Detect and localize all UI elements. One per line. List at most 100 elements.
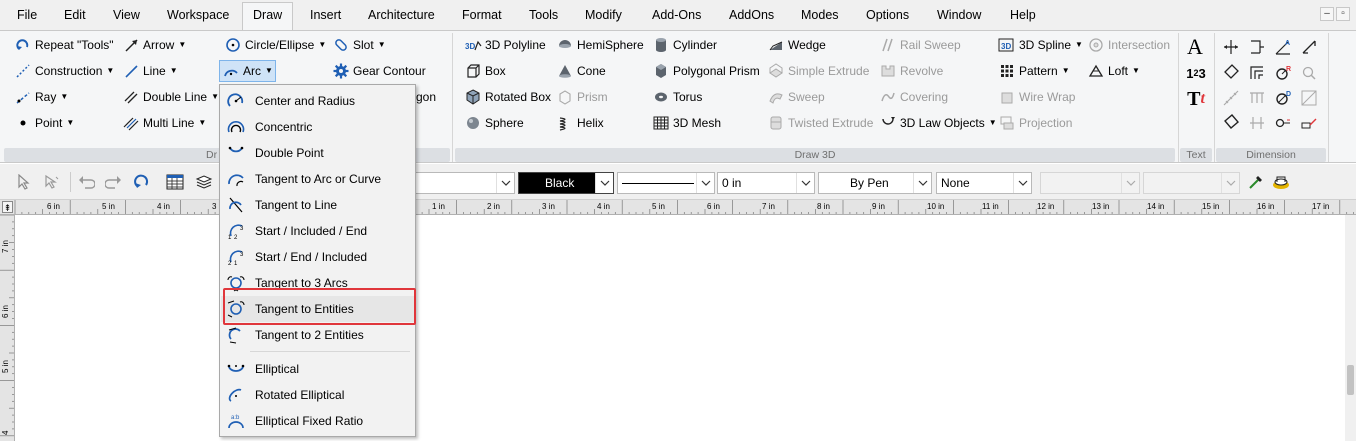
edit-pointer-icon[interactable] — [42, 172, 62, 192]
point-button[interactable]: Point ▼ — [12, 112, 76, 134]
wedge-button[interactable]: Wedge — [765, 34, 828, 56]
covering-button[interactable]: Covering — [877, 86, 950, 108]
ray-button[interactable]: Ray ▼ — [12, 86, 70, 108]
arc-menu-double-point[interactable]: Double Point — [221, 140, 414, 166]
arc-menu-center-radius[interactable]: Center and Radius — [221, 88, 414, 114]
redo-icon[interactable] — [104, 172, 124, 192]
menu-help[interactable]: Help — [1008, 4, 1038, 28]
menu-window[interactable]: Window — [935, 4, 983, 28]
fill-color-select[interactable] — [1143, 172, 1240, 194]
undo-icon[interactable] — [76, 172, 96, 192]
sweep-button[interactable]: Sweep — [765, 86, 827, 108]
polygonal-prism-button[interactable]: Polygonal Prism — [650, 60, 762, 82]
text-style-icon[interactable]: Tt — [1184, 87, 1208, 111]
dimension-tolerance-icon[interactable] — [1299, 88, 1319, 108]
dimension-angular-icon[interactable]: A — [1273, 37, 1293, 57]
fill-select[interactable]: None — [936, 172, 1032, 194]
gear-contour-button[interactable]: Gear Contour — [330, 60, 428, 82]
restore-icon[interactable]: ▫ — [1336, 7, 1350, 21]
arc-menu-start-included-end[interactable]: 123 Start / Included / End — [221, 218, 414, 244]
torus-button[interactable]: Torus — [650, 86, 704, 108]
loft-button[interactable]: Loft ▼ — [1085, 60, 1142, 82]
select-pointer-icon[interactable] — [14, 172, 34, 192]
menu-format[interactable]: Format — [460, 4, 504, 28]
circle-ellipse-button[interactable]: Circle/Ellipse ▼ — [222, 34, 328, 56]
layer-select[interactable] — [410, 172, 515, 194]
hemisphere-button[interactable]: HemiSphere — [554, 34, 646, 56]
arc-menu-tangent-3-arcs[interactable]: Tangent to 3 Arcs — [221, 270, 414, 296]
vertical-scrollbar[interactable] — [1345, 215, 1356, 441]
menu-modify[interactable]: Modify — [583, 4, 624, 28]
twisted-extrude-button[interactable]: Twisted Extrude — [765, 112, 875, 134]
menu-edit[interactable]: Edit — [62, 4, 88, 28]
menu-modes[interactable]: Modes — [799, 4, 841, 28]
dimension-horizontal-icon[interactable] — [1221, 37, 1241, 57]
arc-menu-elliptical-fixed-ratio[interactable]: a:b Elliptical Fixed Ratio — [221, 408, 414, 434]
repeat-tools-button[interactable]: Repeat "Tools" — [12, 34, 116, 56]
rail-sweep-button[interactable]: Rail Sweep — [877, 34, 963, 56]
layers-icon[interactable] — [194, 172, 214, 192]
3d-mesh-button[interactable]: 3D Mesh — [650, 112, 723, 134]
pen-select[interactable]: By Pen — [818, 172, 932, 194]
arc-button[interactable]: Arc ▼ — [219, 60, 276, 82]
dimension-baseline-icon[interactable] — [1247, 63, 1267, 83]
scrollbar-thumb[interactable] — [1347, 365, 1354, 395]
prism-button[interactable]: Prism — [554, 86, 610, 108]
cylinder-button[interactable]: Cylinder — [650, 34, 719, 56]
arrow-button[interactable]: Arrow ▼ — [120, 34, 188, 56]
box-button[interactable]: Box — [462, 60, 508, 82]
menu-draw[interactable]: Draw — [242, 2, 294, 30]
menu-workspace[interactable]: Workspace — [165, 4, 231, 28]
table-icon[interactable] — [165, 172, 185, 192]
dimension-vertical-icon[interactable] — [1247, 37, 1267, 57]
dimension-arc-length-icon[interactable] — [1273, 113, 1293, 133]
drawing-canvas[interactable] — [15, 215, 1345, 441]
repeat-command-icon[interactable] — [132, 172, 152, 192]
line-button[interactable]: Line ▼ — [120, 60, 180, 82]
menu-architecture[interactable]: Architecture — [366, 4, 437, 28]
sphere-button[interactable]: Sphere — [462, 112, 526, 134]
line-style-select[interactable] — [617, 172, 715, 194]
arc-menu-tangent-2-entities[interactable]: Tangent to 2 Entities — [221, 322, 414, 348]
menu-view[interactable]: View — [111, 4, 142, 28]
arc-menu-tangent-line[interactable]: Tangent to Line — [221, 192, 414, 218]
menu-add-ons[interactable]: Add-Ons — [650, 4, 703, 28]
menu-insert[interactable]: Insert — [308, 4, 343, 28]
arc-menu-tangent-arc-curve[interactable]: Tangent to Arc or Curve — [221, 166, 414, 192]
revolve-button[interactable]: Revolve — [877, 60, 945, 82]
text-icon[interactable]: A — [1184, 34, 1206, 59]
dimension-ordinate-icon[interactable] — [1247, 113, 1267, 133]
number-text-icon[interactable]: 123 — [1183, 62, 1209, 84]
eyedropper-icon[interactable] — [1245, 172, 1265, 192]
dimension-continuous-icon[interactable] — [1247, 88, 1267, 108]
arc-menu-concentric[interactable]: Concentric — [221, 114, 414, 140]
paint-bucket-icon[interactable] — [1271, 172, 1291, 192]
pattern-button[interactable]: Pattern ▼ — [996, 60, 1072, 82]
slot-button[interactable]: Slot ▼ — [330, 34, 388, 56]
wire-wrap-button[interactable]: Wire Wrap — [996, 86, 1077, 108]
dimension-aligned-icon[interactable] — [1299, 37, 1319, 57]
ruler-origin-icon[interactable]: ⇞ — [2, 201, 13, 213]
arc-menu-rotated-elliptical[interactable]: Rotated Elliptical — [221, 382, 414, 408]
dimension-slope-icon[interactable] — [1221, 113, 1241, 133]
helix-button[interactable]: Helix — [554, 112, 606, 134]
rotated-box-button[interactable]: Rotated Box — [462, 86, 553, 108]
double-line-button[interactable]: Double Line ▼ — [120, 86, 221, 108]
3d-law-objects-button[interactable]: 3D Law Objects ▼ — [877, 112, 999, 134]
3d-spline-button[interactable]: 3D 3D Spline ▼ — [996, 34, 1085, 56]
dimension-chain-icon[interactable] — [1221, 88, 1241, 108]
arc-menu-start-end-included[interactable]: 213 Start / End / Included — [221, 244, 414, 270]
intersection-button[interactable]: Intersection — [1085, 34, 1172, 56]
dimension-leader-icon[interactable] — [1299, 113, 1319, 133]
multi-line-button[interactable]: Multi Line ▼ — [120, 112, 208, 134]
dimension-zoom-icon[interactable] — [1299, 63, 1319, 83]
simple-extrude-button[interactable]: Simple Extrude — [765, 60, 871, 82]
construction-button[interactable]: Construction ▼ — [12, 60, 116, 82]
menu-file[interactable]: File — [15, 4, 39, 28]
pattern-select[interactable] — [1040, 172, 1140, 194]
3d-polyline-button[interactable]: 3D 3D Polyline — [462, 34, 548, 56]
color-select[interactable]: Black — [518, 172, 614, 194]
menu-tools[interactable]: Tools — [527, 4, 560, 28]
arc-menu-elliptical[interactable]: Elliptical — [221, 356, 414, 382]
arc-menu-tangent-entities[interactable]: Tangent to Entities — [221, 296, 414, 322]
